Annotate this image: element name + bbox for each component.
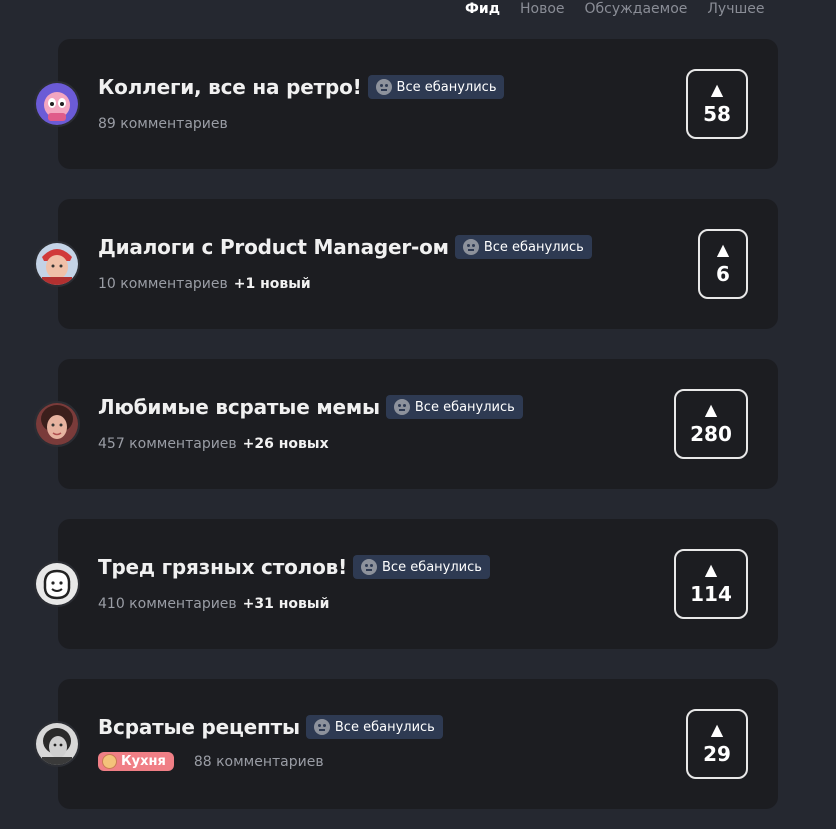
community-tag[interactable]: Все ебанулись xyxy=(305,715,443,739)
upvote-button[interactable]: ▲ 280 xyxy=(674,389,748,459)
tag-label: Все ебанулись xyxy=(382,559,482,575)
tag-label: Все ебанулись xyxy=(334,719,435,735)
upvote-button[interactable]: ▲ 58 xyxy=(686,69,748,139)
comment-count[interactable]: 88 комментариев xyxy=(194,754,324,770)
post-card[interactable]: Всратые рецепты Все ебанулись Кухня 88 к… xyxy=(34,679,778,809)
post-title[interactable]: Любимые всратые мемы xyxy=(98,395,380,419)
community-tag[interactable]: Все ебанулись xyxy=(353,555,490,579)
tag-label: Все ебанулись xyxy=(396,79,497,95)
new-comments-count[interactable]: +26 новых xyxy=(243,436,329,452)
community-tag[interactable]: Все ебанулись xyxy=(367,75,505,99)
new-comments-count[interactable]: +1 новый xyxy=(234,276,311,292)
tab-feed[interactable]: Фид xyxy=(465,0,500,18)
upvote-arrow-icon: ▲ xyxy=(710,720,724,739)
tag-label: Все ебанулись xyxy=(483,239,584,255)
upvote-arrow-icon: ▲ xyxy=(704,560,718,579)
vote-count: 114 xyxy=(690,582,732,606)
post-title-row: Любимые всратые мемы Все ебанулись xyxy=(98,395,523,419)
post-meta: 410 комментариев +31 новый xyxy=(98,596,329,612)
vote-count: 280 xyxy=(690,422,732,446)
post-card[interactable]: Любимые всратые мемы Все ебанулись 457 к… xyxy=(34,359,778,489)
comment-count[interactable]: 457 комментариев xyxy=(98,436,237,452)
post-title-row: Тред грязных столов! Все ебанулись xyxy=(98,555,490,579)
new-comments-count[interactable]: +31 новый xyxy=(243,596,330,612)
upvote-button[interactable]: ▲ 114 xyxy=(674,549,748,619)
avatar[interactable] xyxy=(34,401,80,447)
post-title-row: Коллеги, все на ретро! Все ебанулись xyxy=(98,75,505,99)
neutral-face-icon xyxy=(375,79,392,95)
post-title[interactable]: Диалоги с Product Manager-ом xyxy=(98,235,449,259)
avatar[interactable] xyxy=(34,81,80,127)
post-meta: Кухня 88 комментариев xyxy=(98,752,324,771)
feed-tabs: Фид Новое Обсуждаемое Лучшее xyxy=(465,0,765,18)
upvote-arrow-icon: ▲ xyxy=(704,400,718,419)
post-title-row: Всратые рецепты Все ебанулись xyxy=(98,715,443,739)
avatar[interactable] xyxy=(34,721,80,767)
post-meta: 89 комментариев xyxy=(98,116,228,132)
comment-count[interactable]: 89 комментариев xyxy=(98,116,228,132)
section-badge[interactable]: Кухня xyxy=(98,752,174,771)
upvote-arrow-icon: ▲ xyxy=(710,80,724,99)
post-title-row: Диалоги с Product Manager-ом Все ебанули… xyxy=(98,235,592,259)
post-card[interactable]: Коллеги, все на ретро! Все ебанулись 89 … xyxy=(34,39,778,169)
community-tag[interactable]: Все ебанулись xyxy=(385,395,523,419)
cooking-icon xyxy=(102,754,117,769)
tab-new[interactable]: Новое xyxy=(520,0,565,18)
post-card[interactable]: Тред грязных столов! Все ебанулись 410 к… xyxy=(34,519,778,649)
vote-count: 6 xyxy=(716,262,730,286)
tab-discussed[interactable]: Обсуждаемое xyxy=(585,0,688,18)
post-card[interactable]: Диалоги с Product Manager-ом Все ебанули… xyxy=(34,199,778,329)
neutral-face-icon xyxy=(462,239,479,255)
avatar[interactable] xyxy=(34,241,80,287)
post-meta: 457 комментариев +26 новых xyxy=(98,436,329,452)
upvote-arrow-icon: ▲ xyxy=(716,240,730,259)
upvote-button[interactable]: ▲ 29 xyxy=(686,709,748,779)
avatar[interactable] xyxy=(34,561,80,607)
comment-count[interactable]: 10 комментариев xyxy=(98,276,228,292)
post-title[interactable]: Тред грязных столов! xyxy=(98,555,347,579)
comment-count[interactable]: 410 комментариев xyxy=(98,596,237,612)
neutral-face-icon xyxy=(361,559,377,575)
upvote-button[interactable]: ▲ 6 xyxy=(698,229,748,299)
neutral-face-icon xyxy=(393,399,410,415)
neutral-face-icon xyxy=(313,719,330,735)
vote-count: 29 xyxy=(703,742,731,766)
post-title[interactable]: Всратые рецепты xyxy=(98,715,300,739)
vote-count: 58 xyxy=(703,102,731,126)
community-tag[interactable]: Все ебанулись xyxy=(454,235,592,259)
post-meta: 10 комментариев +1 новый xyxy=(98,276,311,292)
section-label: Кухня xyxy=(121,754,166,769)
post-title[interactable]: Коллеги, все на ретро! xyxy=(98,75,362,99)
tab-best[interactable]: Лучшее xyxy=(707,0,764,18)
tag-label: Все ебанулись xyxy=(414,399,515,415)
